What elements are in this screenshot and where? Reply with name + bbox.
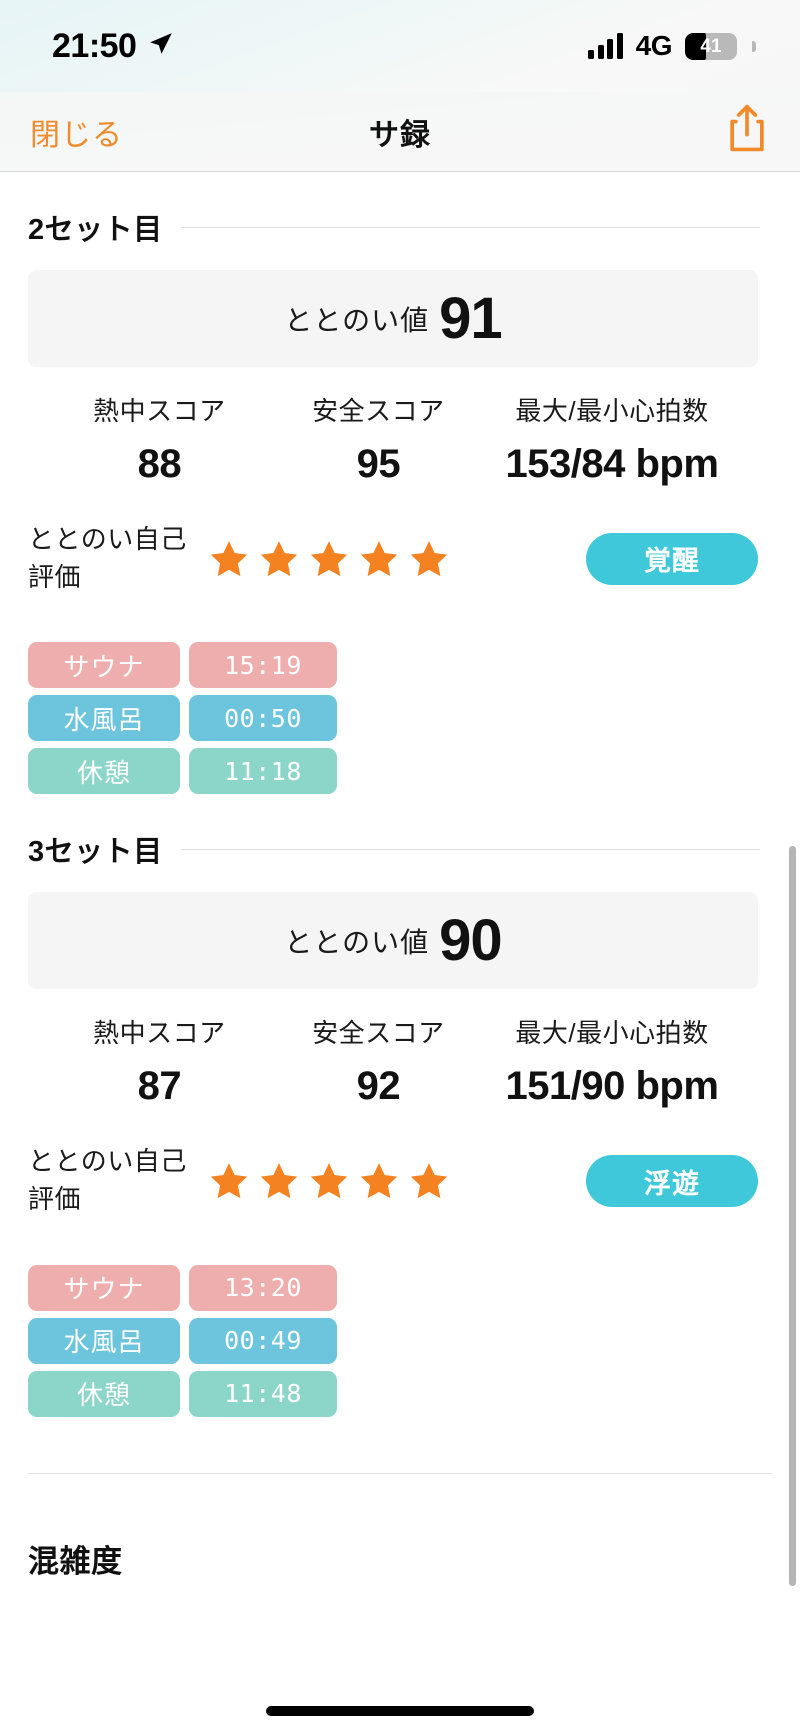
status-badge[interactable]: 覚醒 bbox=[586, 532, 758, 585]
stat-label: 熱中スコア bbox=[93, 1018, 226, 1049]
phase-name: サウナ bbox=[28, 642, 180, 689]
phase-name: 休憩 bbox=[28, 748, 180, 795]
totonoi-score-value: 90 bbox=[439, 907, 503, 973]
stat-value: 153/84 bpm bbox=[505, 442, 719, 486]
phase-name: 休憩 bbox=[28, 1370, 180, 1417]
home-indicator[interactable] bbox=[266, 1706, 534, 1716]
stat-label: 安全スコア bbox=[312, 396, 445, 426]
status-time: 21:50 bbox=[52, 26, 137, 65]
self-rating-row: ととのい自己評価 覚醒 bbox=[28, 521, 772, 596]
stat-label: 熱中スコア bbox=[93, 396, 226, 426]
stats-row: 熱中スコア 87 安全スコア 92 最大/最小心拍数 151/90 bpm bbox=[28, 1013, 772, 1109]
self-rating-label: ととのい自己評価 bbox=[28, 1146, 187, 1215]
status-bar-right: 4G 41 bbox=[588, 30, 756, 62]
battery-cap-icon bbox=[752, 40, 756, 52]
section-divider bbox=[180, 226, 760, 228]
phase-name: 水風呂 bbox=[28, 695, 180, 742]
congestion-section-title: 混雑度 bbox=[28, 1543, 123, 1579]
battery-icon: 41 bbox=[685, 32, 737, 60]
star-icon[interactable] bbox=[408, 1160, 450, 1202]
star-rating[interactable] bbox=[208, 1160, 450, 1202]
star-rating[interactable] bbox=[208, 538, 450, 580]
section-header: 2セット目 bbox=[28, 206, 772, 248]
star-icon[interactable] bbox=[358, 1160, 400, 1202]
self-rating-label: ととのい自己評価 bbox=[28, 524, 187, 592]
phase-time: 00:50 bbox=[189, 695, 337, 742]
stat-heart-rate: 最大/最小心拍数 153/84 bpm bbox=[466, 391, 758, 487]
phase-name: サウナ bbox=[28, 1264, 180, 1311]
totonoi-score-label: ととのい値 bbox=[284, 304, 430, 336]
star-icon[interactable] bbox=[208, 1160, 250, 1202]
stats-row: 熱中スコア 88 安全スコア 95 最大/最小心拍数 153/84 bpm bbox=[28, 391, 772, 487]
phase-row: 休憩 11:48 bbox=[28, 1370, 772, 1417]
star-icon[interactable] bbox=[358, 538, 400, 580]
section-divider bbox=[180, 848, 760, 850]
phase-time: 11:48 bbox=[189, 1370, 337, 1417]
phase-time: 00:49 bbox=[189, 1317, 337, 1364]
section-title: 3セット目 bbox=[28, 836, 163, 869]
stat-heat: 熱中スコア 88 bbox=[28, 391, 291, 487]
phase-row: 水風呂 00:49 bbox=[28, 1317, 772, 1364]
star-icon[interactable] bbox=[258, 1160, 300, 1202]
stat-label: 安全スコア bbox=[312, 1018, 445, 1049]
star-icon[interactable] bbox=[308, 1160, 350, 1202]
phase-row: 休憩 11:18 bbox=[28, 748, 772, 795]
status-badge[interactable]: 浮遊 bbox=[586, 1155, 758, 1208]
stat-label: 最大/最小心拍数 bbox=[515, 1018, 709, 1049]
battery-percent: 41 bbox=[700, 35, 722, 57]
share-icon[interactable] bbox=[724, 103, 770, 160]
stat-heart-rate: 最大/最小心拍数 151/90 bpm bbox=[466, 1013, 758, 1109]
phase-name: 水風呂 bbox=[28, 1317, 180, 1364]
stat-value: 151/90 bpm bbox=[505, 1064, 719, 1109]
phase-row: サウナ 13:20 bbox=[28, 1264, 772, 1311]
bottom-divider bbox=[28, 1472, 772, 1474]
self-rating-row: ととのい自己評価 浮遊 bbox=[28, 1143, 772, 1218]
status-bar-left: 21:50 bbox=[52, 27, 174, 66]
star-icon[interactable] bbox=[308, 538, 350, 580]
close-button[interactable]: 閉じる bbox=[30, 110, 123, 154]
cellular-bars-icon bbox=[588, 33, 623, 59]
stat-label: 最大/最小心拍数 bbox=[515, 396, 709, 426]
set-section: 2セット目 ととのい値 91 熱中スコア 88 安全スコア 95 最大/最小心拍… bbox=[0, 206, 800, 795]
phone-screen: 21:50 4G 41 閉じる サ録 2セット目 ととのい値 91 熱中スコア … bbox=[0, 0, 800, 1730]
network-type: 4G bbox=[635, 30, 673, 61]
status-bar: 21:50 4G 41 bbox=[0, 0, 800, 92]
section-title: 2セット目 bbox=[28, 214, 163, 246]
phase-list: サウナ 13:20 水風呂 00:49 休憩 11:48 bbox=[28, 1264, 772, 1417]
phase-row: 水風呂 00:50 bbox=[28, 695, 772, 742]
stat-value: 88 bbox=[137, 442, 182, 486]
phase-time: 15:19 bbox=[189, 642, 337, 689]
stat-value: 92 bbox=[356, 1064, 401, 1109]
phase-time: 13:20 bbox=[189, 1264, 337, 1311]
totonoi-score-label: ととのい値 bbox=[284, 926, 430, 958]
stat-value: 95 bbox=[356, 442, 401, 486]
star-icon[interactable] bbox=[408, 538, 450, 580]
phase-time: 11:18 bbox=[189, 748, 337, 795]
phase-list: サウナ 15:19 水風呂 00:50 休憩 11:18 bbox=[28, 642, 772, 795]
star-icon[interactable] bbox=[208, 538, 250, 580]
totonoi-score-value: 91 bbox=[439, 285, 503, 351]
location-arrow-icon bbox=[148, 31, 174, 62]
stat-safety: 安全スコア 92 bbox=[291, 1013, 466, 1109]
phase-row: サウナ 15:19 bbox=[28, 642, 772, 689]
star-icon[interactable] bbox=[258, 538, 300, 580]
stat-heat: 熱中スコア 87 bbox=[28, 1013, 291, 1109]
set-section: 3セット目 ととのい値 90 熱中スコア 87 安全スコア 92 最大/最小心拍… bbox=[0, 828, 800, 1417]
scroll-content[interactable]: 2セット目 ととのい値 91 熱中スコア 88 安全スコア 95 最大/最小心拍… bbox=[0, 206, 800, 1581]
vertical-scrollbar[interactable] bbox=[789, 846, 796, 1586]
section-header: 3セット目 bbox=[28, 828, 772, 870]
stat-value: 87 bbox=[137, 1064, 182, 1109]
totonoi-score-box: ととのい値 90 bbox=[28, 892, 758, 990]
totonoi-score-box: ととのい値 91 bbox=[28, 270, 758, 367]
stat-safety: 安全スコア 95 bbox=[291, 391, 466, 487]
nav-bar: 閉じる サ録 bbox=[0, 92, 800, 172]
